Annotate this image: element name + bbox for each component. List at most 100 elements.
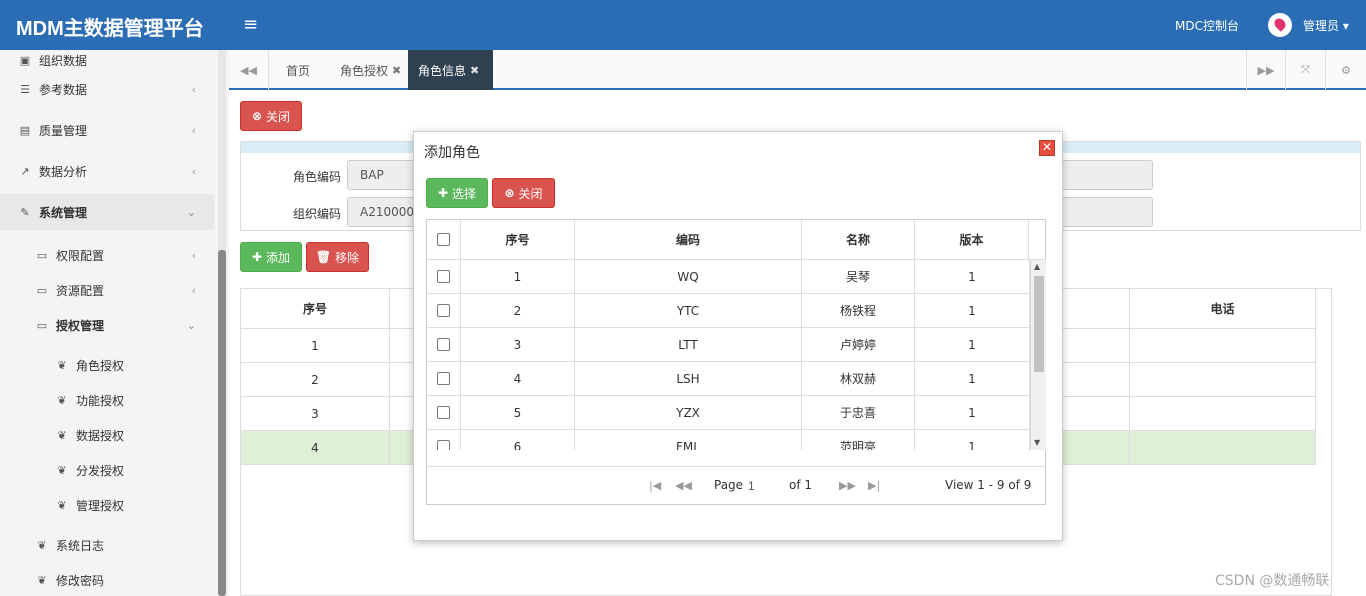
chevron-down-icon: ⌄ <box>186 318 196 332</box>
row-checkbox-cell[interactable] <box>427 430 461 450</box>
row-checkbox[interactable] <box>437 338 450 351</box>
sidebar-item-auth-manage[interactable]: ▭ 授权管理 ⌄ <box>0 307 214 343</box>
folder-icon: ▭ <box>36 248 48 262</box>
last-page-icon[interactable]: ▶| <box>868 479 880 492</box>
chevron-left-icon: ‹ <box>191 123 196 137</box>
dialog-close-icon[interactable]: ✕ <box>1039 140 1055 156</box>
add-button[interactable]: ✚ 添加 <box>240 242 302 272</box>
close-icon[interactable]: ✖ <box>470 64 479 77</box>
table-cell[interactable] <box>1130 397 1316 431</box>
leaf-icon: ❦ <box>57 358 67 372</box>
grid-body: 1 WQ 吴琴 1 2 YTC 杨铁程 1 3 LTT 卢婷婷 1 4 LSH … <box>427 260 1030 450</box>
chevron-left-icon: ‹ <box>191 82 196 96</box>
sidebar-item-data-auth[interactable]: ❦ 数据授权 <box>0 417 214 453</box>
form-field-right-1[interactable] <box>1053 160 1153 190</box>
dialog-close-button[interactable]: ⊗ 关闭 <box>492 178 555 208</box>
row-checkbox[interactable] <box>437 304 450 317</box>
first-page-icon[interactable]: |◀ <box>649 479 661 492</box>
row-no: 2 <box>461 294 575 328</box>
form-field-right-2[interactable] <box>1053 197 1153 227</box>
row-code: FML <box>575 430 802 450</box>
role-code-label: 角色编码 <box>293 170 342 184</box>
row-name: 杨铁程 <box>802 294 915 328</box>
sidebar-item-analysis[interactable]: ↗ 数据分析 ‹ <box>0 153 214 189</box>
row-version: 1 <box>915 328 1030 362</box>
remove-button[interactable]: 🗑 移除 <box>306 242 369 272</box>
sidebar-item-quality[interactable]: ▤ 质量管理 ‹ <box>0 112 214 148</box>
row-name: 林双赫 <box>802 362 915 396</box>
user-menu[interactable]: 管理员 ▾ <box>1303 17 1349 34</box>
next-page-icon[interactable]: ▶▶ <box>839 479 856 492</box>
sidebar-item-system-log[interactable]: ❦ 系统日志 <box>0 527 214 563</box>
sidebar-item-reference-data[interactable]: ☰ 参考数据 ‹ <box>0 71 214 107</box>
sidebar-scrollbar-thumb[interactable] <box>218 250 226 596</box>
sidebar-item-function-auth[interactable]: ❦ 功能授权 <box>0 382 214 418</box>
menu-toggle-icon[interactable]: ≡ <box>243 14 258 35</box>
page-number-input[interactable] <box>748 477 788 495</box>
tab-scroll-left-icon[interactable]: ◀◀ <box>229 50 269 90</box>
row-checkbox[interactable] <box>437 406 450 419</box>
tab-scroll-right-icon[interactable]: ▶▶ <box>1246 50 1286 90</box>
row-checkbox[interactable] <box>437 372 450 385</box>
sidebar-item-permission-config[interactable]: ▭ 权限配置 ‹ <box>0 237 214 273</box>
leaf-icon: ❦ <box>57 428 67 442</box>
grid-vertical-scrollbar[interactable]: ▲ ▼ <box>1030 260 1046 450</box>
row-checkbox-cell[interactable] <box>427 294 461 328</box>
select-all-checkbox-cell[interactable] <box>427 220 461 260</box>
row-checkbox-cell[interactable] <box>427 260 461 294</box>
scroll-down-icon[interactable]: ▼ <box>1034 438 1040 447</box>
leaf-icon: ❦ <box>37 573 47 587</box>
table-row[interactable]: 2 <box>241 363 390 397</box>
tab-role-auth[interactable]: 角色授权 ✖ <box>330 50 411 90</box>
sidebar-item-system[interactable]: ✎ 系统管理 ⌄ <box>0 194 214 230</box>
role-select-grid: 序号 编码 名称 版本 1 WQ 吴琴 1 2 YTC 杨铁程 1 3 LTT … <box>426 219 1046 505</box>
prev-page-icon[interactable]: ◀◀ <box>675 479 692 492</box>
table-row-selected[interactable]: 4 <box>241 431 390 465</box>
close-circle-icon: ⊗ <box>251 109 263 123</box>
table-row[interactable]: 3 <box>241 397 390 431</box>
close-button[interactable]: ⊗ 关闭 <box>240 101 302 131</box>
gear-icon[interactable]: ⚙ <box>1326 50 1366 90</box>
tab-role-info[interactable]: 角色信息 ✖ <box>408 50 493 90</box>
sidebar-item-change-password[interactable]: ❦ 修改密码 <box>0 562 214 596</box>
sidebar-item-role-auth[interactable]: ❦ 角色授权 <box>0 347 214 383</box>
table-cell[interactable] <box>1130 329 1316 363</box>
trash-icon: 🗑 <box>315 250 332 264</box>
leaf-icon: ❦ <box>37 538 47 552</box>
mdc-console-link[interactable]: MDC控制台 <box>1175 17 1239 34</box>
row-code: YTC <box>575 294 802 328</box>
header-no: 序号 <box>461 220 575 260</box>
tab-bar: ◀◀ 首页 角色授权 ✖ 角色信息 ✖ ▶▶ ⤧ ⚙ <box>229 50 1366 90</box>
scroll-up-icon[interactable]: ▲ <box>1034 262 1040 271</box>
tab-home[interactable]: 首页 <box>276 50 320 90</box>
row-code: LTT <box>575 328 802 362</box>
row-version: 1 <box>915 396 1030 430</box>
grid-header-no: 序号 <box>241 289 390 329</box>
select-all-checkbox[interactable] <box>437 233 450 246</box>
row-version: 1 <box>915 430 1030 450</box>
doc-icon: ▣ <box>19 53 31 67</box>
row-checkbox-cell[interactable] <box>427 362 461 396</box>
sidebar-item-dist-auth[interactable]: ❦ 分发授权 <box>0 452 214 488</box>
fullscreen-icon[interactable]: ⤧ <box>1286 50 1326 90</box>
sidebar-item-admin-auth[interactable]: ❦ 管理授权 <box>0 487 214 523</box>
grid-scrollbar-thumb[interactable] <box>1034 276 1044 372</box>
row-version: 1 <box>915 260 1030 294</box>
row-checkbox-cell[interactable] <box>427 328 461 362</box>
header-version: 版本 <box>915 220 1029 260</box>
watermark: CSDN @数通畅联 <box>1215 573 1330 589</box>
list-icon: ☰ <box>20 82 30 96</box>
row-name: 于忠喜 <box>802 396 915 430</box>
user-avatar-icon[interactable] <box>1268 13 1292 37</box>
row-checkbox[interactable] <box>437 270 450 283</box>
sidebar-item-resource-config[interactable]: ▭ 资源配置 ‹ <box>0 272 214 308</box>
table-row[interactable]: 1 <box>241 329 390 363</box>
add-role-dialog: 添加角色 ✕ ✚ 选择 ⊗ 关闭 序号 编码 名称 版本 1 WQ 吴琴 1 2 Y… <box>413 131 1063 541</box>
table-cell[interactable] <box>1130 431 1316 465</box>
row-code: YZX <box>575 396 802 430</box>
table-cell[interactable] <box>1130 363 1316 397</box>
row-checkbox[interactable] <box>437 440 450 450</box>
row-checkbox-cell[interactable] <box>427 396 461 430</box>
close-icon[interactable]: ✖ <box>392 64 401 77</box>
select-button[interactable]: ✚ 选择 <box>426 178 488 208</box>
